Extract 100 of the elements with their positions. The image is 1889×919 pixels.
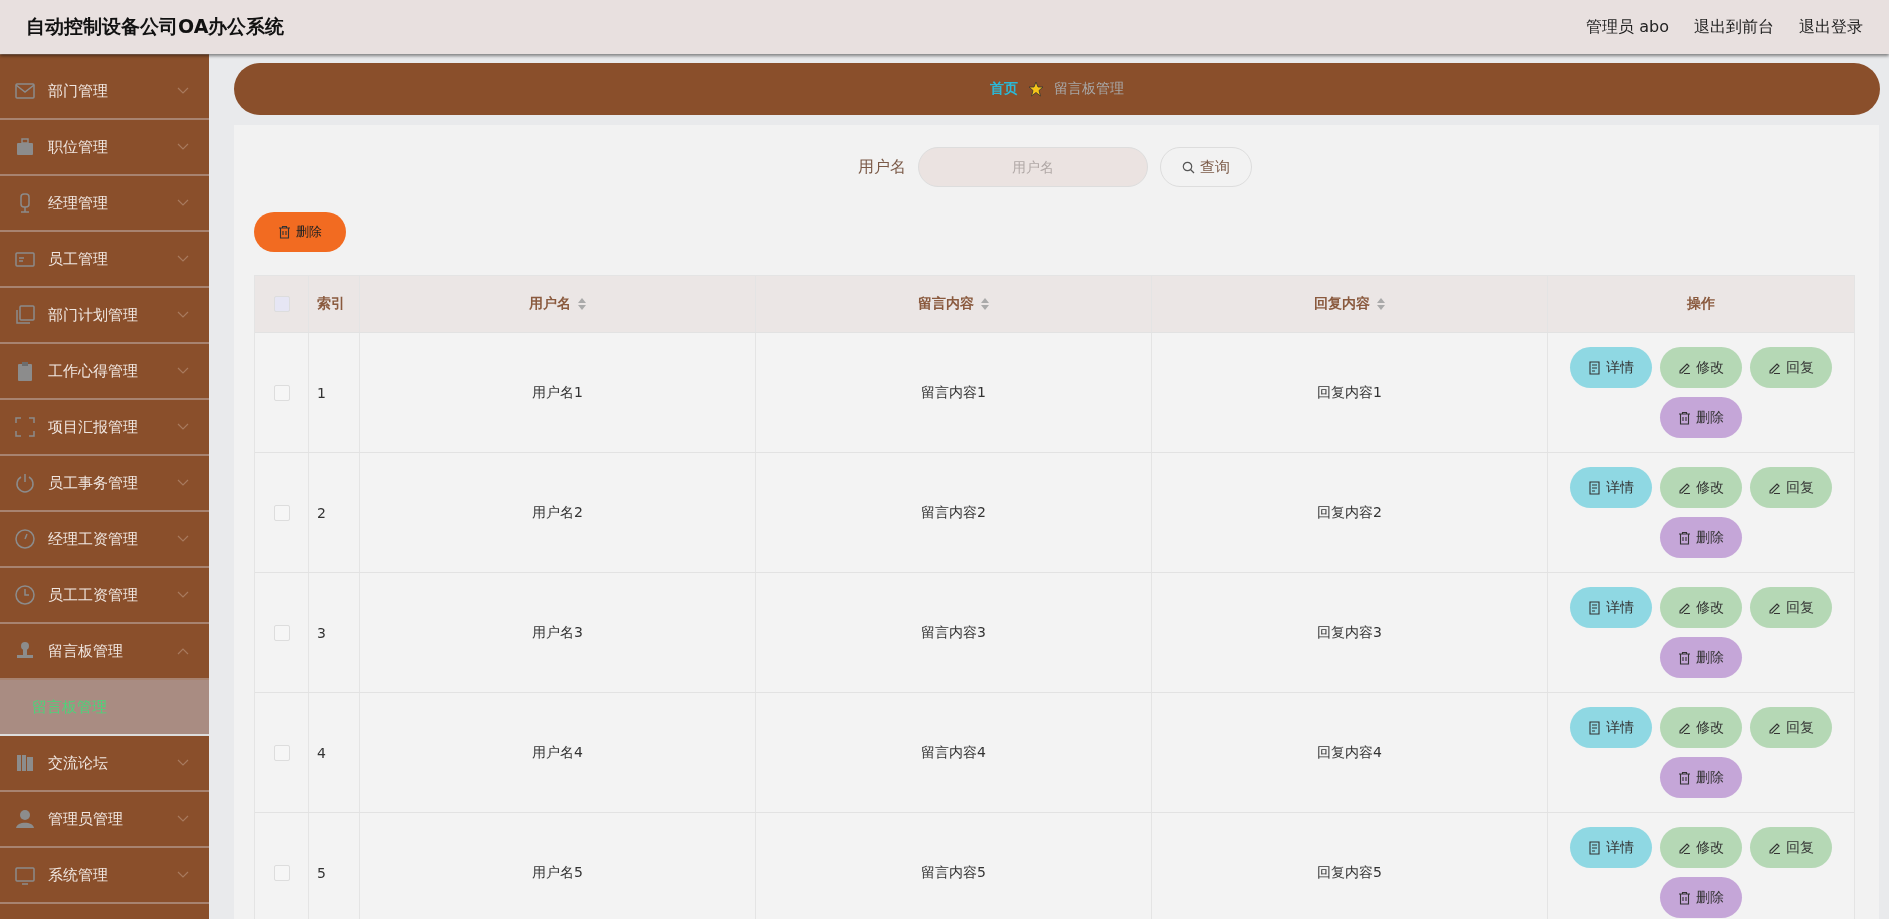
chevron-icon [177, 871, 189, 879]
edit-button[interactable]: 修改 [1660, 587, 1742, 628]
frame-icon [14, 416, 36, 438]
table-cell: 留言内容4 [921, 743, 986, 762]
table-cell: 留言内容2 [921, 503, 986, 522]
delete-button[interactable]: 删除 [1660, 517, 1742, 558]
table-cell: 3 [317, 624, 326, 641]
column-header: 索引 [317, 295, 345, 313]
table-cell: 留言内容5 [921, 863, 986, 882]
chevron-icon [177, 199, 189, 207]
trash-icon [1678, 410, 1691, 425]
chevron-icon [177, 479, 189, 487]
delete-button[interactable]: 删除 [1660, 877, 1742, 918]
chevron-icon [177, 143, 189, 151]
document-icon [1588, 720, 1601, 735]
row-checkbox[interactable] [273, 384, 290, 401]
table-cell: 用户名5 [532, 863, 583, 882]
sidebar-item[interactable]: 经理工资管理 [0, 512, 209, 568]
sidebar-item[interactable]: 员工管理 [0, 232, 209, 288]
sidebar-item[interactable]: 部门计划管理 [0, 288, 209, 344]
table-cell: 用户名3 [532, 623, 583, 642]
edit-button[interactable]: 修改 [1660, 827, 1742, 868]
sidebar-item[interactable]: 系统管理 [0, 848, 209, 904]
document-icon [1588, 840, 1601, 855]
books-icon [14, 752, 36, 774]
chevron-icon [177, 311, 189, 319]
table-cell: 留言内容1 [921, 383, 986, 402]
header-link[interactable]: 退出登录 [1799, 16, 1863, 38]
chevron-icon [177, 367, 189, 375]
table-cell: 5 [317, 864, 326, 881]
trash-icon [1678, 890, 1691, 905]
column-header: 用户名 [528, 295, 571, 313]
trash-icon [1678, 770, 1691, 785]
table-cell: 留言内容3 [921, 623, 986, 642]
column-header: 操作 [1687, 295, 1715, 313]
gauge-icon [14, 528, 36, 550]
table-cell: 回复内容1 [1317, 383, 1382, 402]
username-field[interactable]: 用户名 [917, 147, 1148, 187]
chevron-icon [177, 87, 189, 95]
search-icon [1181, 160, 1195, 174]
detail-button[interactable]: 详情 [1570, 347, 1652, 388]
sidebar-item[interactable]: 工作心得管理 [0, 344, 209, 400]
breadcrumb-current: 留言板管理 [1054, 80, 1124, 98]
sidebar-item[interactable]: 项目汇报管理 [0, 400, 209, 456]
row-checkbox[interactable] [273, 744, 290, 761]
table-cell: 用户名2 [532, 503, 583, 522]
sort-icon[interactable] [979, 297, 990, 311]
reply-button[interactable]: 回复 [1750, 467, 1832, 508]
table-cell: 回复内容4 [1317, 743, 1382, 762]
row-checkbox[interactable] [273, 864, 290, 881]
chevron-icon [177, 591, 189, 599]
table-cell: 回复内容2 [1317, 503, 1382, 522]
table-cell: 用户名4 [532, 743, 583, 762]
detail-button[interactable]: 详情 [1570, 707, 1652, 748]
sidebar-item[interactable]: 管理员管理 [0, 792, 209, 848]
sidebar-item[interactable]: 员工事务管理 [0, 456, 209, 512]
chevron-icon [177, 535, 189, 543]
briefcase-icon [14, 136, 36, 158]
sidebar-item[interactable]: 部门管理 [0, 64, 209, 120]
user-icon [14, 808, 36, 830]
header-link[interactable]: 退出到前台 [1694, 16, 1774, 38]
delete-button[interactable]: 删除 [1660, 397, 1742, 438]
row-checkbox[interactable] [273, 504, 290, 521]
edit-button[interactable]: 修改 [1660, 467, 1742, 508]
reply-button[interactable]: 回复 [1750, 347, 1832, 388]
detail-button[interactable]: 详情 [1570, 467, 1652, 508]
table-cell: 用户名1 [532, 383, 583, 402]
document-icon [1588, 360, 1601, 375]
column-header: 留言内容 [917, 295, 974, 313]
copy-icon [14, 304, 36, 326]
reply-button[interactable]: 回复 [1750, 587, 1832, 628]
search-button[interactable]: 查询 [1159, 147, 1252, 187]
document-icon [1588, 480, 1601, 495]
reply-button[interactable]: 回复 [1750, 707, 1832, 748]
sidebar-item[interactable]: 员工工资管理 [0, 568, 209, 624]
chevron-icon [177, 423, 189, 431]
power-icon [14, 472, 36, 494]
detail-button[interactable]: 详情 [1570, 587, 1652, 628]
delete-button[interactable]: 删除 [1660, 637, 1742, 678]
sidebar-item[interactable]: 交流论坛 [0, 736, 209, 792]
trash-icon [1678, 530, 1691, 545]
chevron-icon [177, 759, 189, 767]
table-cell: 回复内容3 [1317, 623, 1382, 642]
sort-icon[interactable] [576, 297, 587, 311]
delete-button[interactable]: 删除 [254, 212, 346, 252]
sidebar-item[interactable]: 职位管理 [0, 120, 209, 176]
sort-icon[interactable] [1375, 297, 1386, 311]
sidebar-item[interactable]: 经理管理 [0, 176, 209, 232]
edit-button[interactable]: 修改 [1660, 347, 1742, 388]
reply-button[interactable]: 回复 [1750, 827, 1832, 868]
row-checkbox[interactable] [273, 624, 290, 641]
envelope-icon [14, 80, 36, 102]
header-link[interactable]: 管理员 abo [1586, 16, 1669, 38]
trash-icon [1678, 650, 1691, 665]
table-cell: 回复内容5 [1317, 863, 1382, 882]
edit-button[interactable]: 修改 [1660, 707, 1742, 748]
delete-button[interactable]: 删除 [1660, 757, 1742, 798]
document-icon [1588, 600, 1601, 615]
detail-button[interactable]: 详情 [1570, 827, 1652, 868]
app-title: 自动控制设备公司OA办公系统 [26, 14, 285, 39]
